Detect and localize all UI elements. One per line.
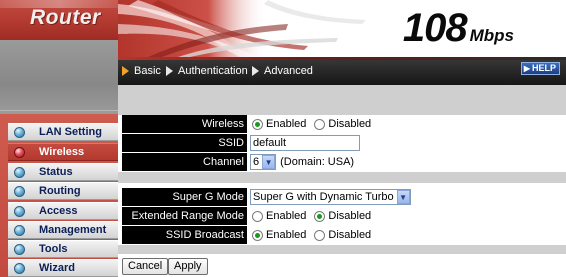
tab-advanced[interactable]: Advanced	[252, 65, 313, 77]
ssid-input[interactable]	[250, 135, 360, 151]
extended-range-disabled-label: Disabled	[328, 210, 372, 222]
triangle-right-icon	[122, 66, 129, 76]
sidebar-item-tools[interactable]: Tools	[8, 240, 118, 258]
ssid-label: SSID	[122, 134, 247, 152]
super-g-row: Super G Mode Super G with Dynamic Turbo …	[122, 188, 566, 206]
super-g-select-value: Super G with Dynamic Turbo	[253, 191, 394, 203]
bullet-icon	[14, 224, 25, 236]
sidebar-item-routing[interactable]: Routing	[8, 182, 118, 200]
speed-unit: Mbps	[469, 26, 514, 45]
triangle-right-icon	[252, 66, 259, 76]
ssid-broadcast-enabled-radio[interactable]	[252, 229, 263, 241]
bullet-icon	[14, 166, 25, 178]
sidebar-item-label: Access	[39, 205, 78, 217]
tab-bar-highlight	[118, 57, 566, 60]
speed-title: 108 Mbps	[403, 6, 514, 51]
sidebar-item-label: LAN Setting	[39, 126, 102, 138]
super-g-select[interactable]: Super G with Dynamic Turbo ▼	[250, 189, 411, 205]
ssid-broadcast-label: SSID Broadcast	[122, 226, 247, 244]
ssid-broadcast-row: SSID Broadcast Enabled Disabled	[122, 226, 566, 244]
extended-range-row: Extended Range Mode Enabled Disabled	[122, 207, 566, 225]
bullet-icon	[14, 243, 25, 255]
extended-range-disabled-radio[interactable]	[314, 210, 326, 222]
sidebar-item-label: Wizard	[39, 262, 75, 274]
sidebar-spacer	[0, 40, 118, 114]
channel-label: Channel	[122, 153, 247, 171]
tab-label: Advanced	[264, 65, 313, 77]
wireless-enabled-radio[interactable]	[252, 118, 263, 130]
channel-select-value: 6	[253, 156, 260, 168]
sidebar-item-label: Wireless	[39, 146, 85, 158]
ssid-broadcast-disabled-radio[interactable]	[314, 229, 326, 241]
ssid-broadcast-enabled-label: Enabled	[266, 229, 307, 241]
wireless-disabled-label: Disabled	[328, 118, 372, 130]
sidebar-item-label: Status	[39, 166, 73, 178]
extended-range-enabled-radio[interactable]	[252, 210, 263, 222]
sidebar-item-management[interactable]: Management	[8, 221, 118, 239]
help-label: HELP	[531, 63, 556, 73]
bullet-icon	[14, 146, 25, 158]
extended-range-label: Extended Range Mode	[122, 207, 247, 225]
extended-range-enabled-label: Enabled	[266, 210, 307, 222]
wireless-options: Enabled Disabled	[247, 115, 566, 133]
wireless-row: Wireless Enabled Disabled	[122, 115, 566, 133]
apply-button[interactable]: Apply	[168, 258, 208, 275]
wireless-disabled-radio[interactable]	[314, 118, 326, 130]
tab-basic[interactable]: Basic	[122, 65, 161, 77]
bottom-band	[118, 245, 566, 254]
bullet-icon	[14, 126, 25, 138]
sidebar-item-label: Routing	[39, 185, 81, 197]
ssid-broadcast-disabled-label: Disabled	[328, 229, 372, 241]
chevron-down-icon: ▼	[262, 155, 276, 169]
channel-row: Channel 6 ▼ (Domain: USA)	[122, 153, 566, 171]
tab-bar: Basic Authentication Advanced ▶ HELP	[118, 57, 566, 85]
super-g-label: Super G Mode	[122, 188, 247, 206]
speed-number: 108	[402, 6, 468, 50]
divider	[0, 110, 118, 111]
tab-label: Authentication	[178, 65, 248, 77]
channel-value-cell: 6 ▼ (Domain: USA)	[247, 153, 566, 171]
sidebar-item-label: Tools	[39, 243, 68, 255]
ssid-row: SSID	[122, 134, 566, 152]
brand-panel: Router	[0, 0, 118, 40]
arrow-right-icon: ▶	[523, 64, 530, 73]
ssid-value-cell	[247, 134, 566, 152]
tab-label: Basic	[134, 65, 161, 77]
tab-authentication[interactable]: Authentication	[166, 65, 248, 77]
brand-logo: Router	[30, 6, 101, 29]
bullet-icon	[14, 262, 25, 274]
sidebar-item-lan-setting[interactable]: LAN Setting	[8, 123, 118, 141]
super-g-value-cell: Super G with Dynamic Turbo ▼	[247, 188, 566, 206]
extended-range-options: Enabled Disabled	[247, 207, 566, 225]
top-band	[118, 85, 566, 115]
sidebar: Router LAN Setting Wireless Status Routi…	[0, 0, 118, 277]
cancel-button[interactable]: Cancel	[122, 258, 169, 275]
sidebar-item-wizard[interactable]: Wizard	[8, 259, 118, 277]
sidebar-item-access[interactable]: Access	[8, 202, 118, 220]
header-banner: 108 Mbps	[118, 0, 566, 57]
sidebar-menu: LAN Setting Wireless Status Routing Acce…	[0, 114, 118, 277]
wireless-label: Wireless	[122, 115, 247, 133]
triangle-right-icon	[166, 66, 173, 76]
wireless-enabled-label: Enabled	[266, 118, 307, 130]
channel-domain: (Domain: USA)	[280, 156, 355, 168]
ssid-broadcast-options: Enabled Disabled	[247, 226, 566, 244]
channel-select[interactable]: 6 ▼	[250, 154, 277, 170]
sidebar-item-status[interactable]: Status	[8, 163, 118, 181]
mid-band	[118, 172, 566, 183]
chevron-down-icon: ▼	[396, 190, 410, 204]
content-area: Wireless Enabled Disabled SSID Channel 6…	[118, 85, 566, 277]
sidebar-item-wireless[interactable]: Wireless	[8, 143, 118, 161]
sidebar-item-label: Management	[39, 224, 107, 236]
bullet-icon	[14, 205, 25, 217]
help-button[interactable]: ▶ HELP	[520, 62, 560, 75]
bullet-icon	[14, 185, 25, 197]
